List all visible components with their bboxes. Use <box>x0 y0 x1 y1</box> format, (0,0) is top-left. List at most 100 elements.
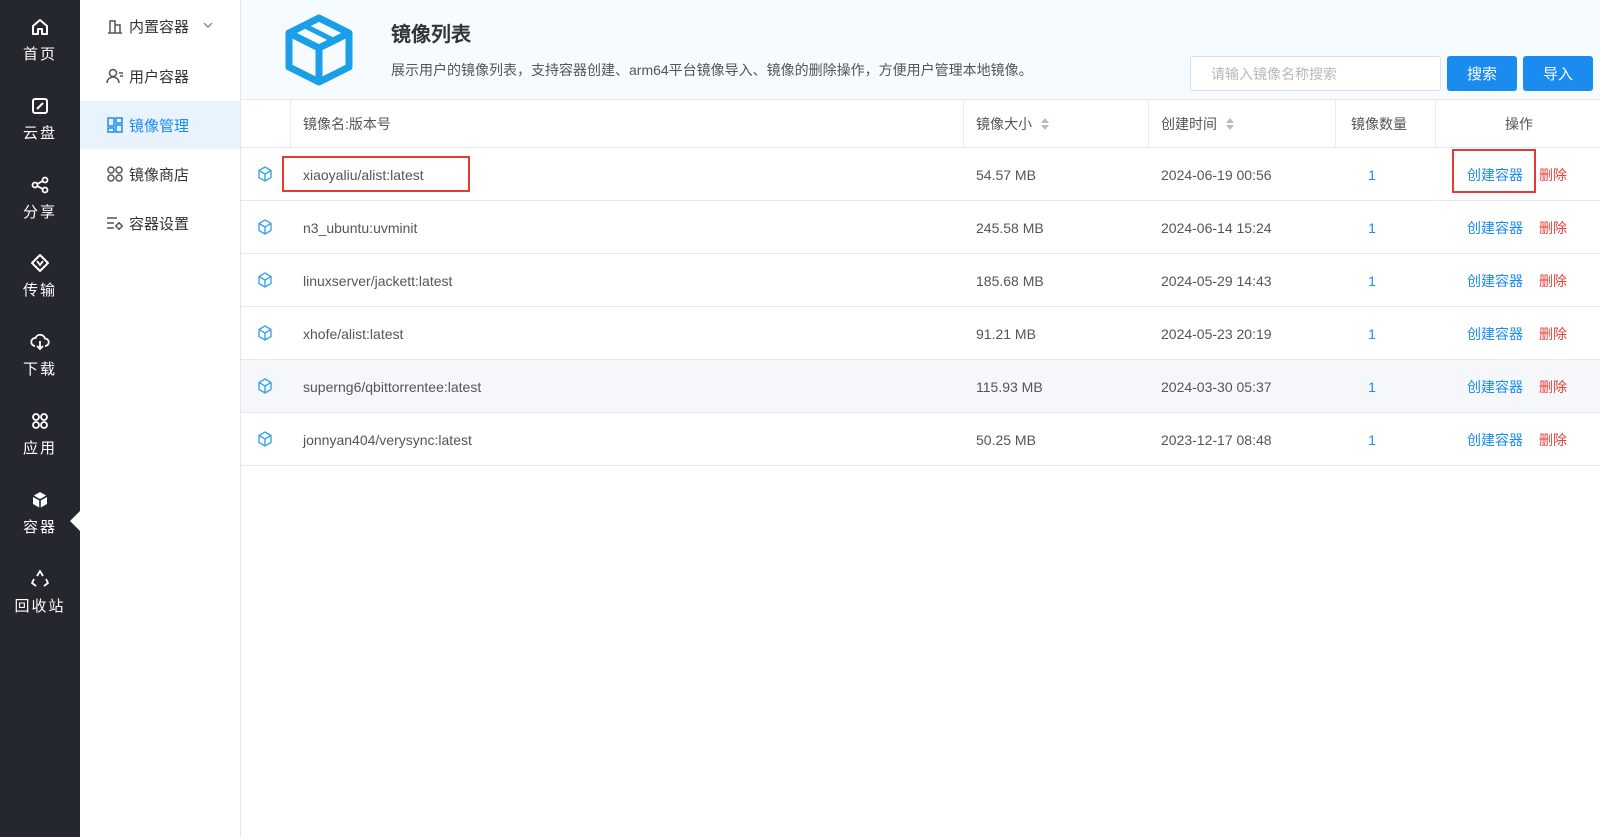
rail-item-share[interactable]: 分享 <box>0 158 80 238</box>
sub-item-container-settings[interactable]: 容器设置 <box>80 199 240 247</box>
delete-button[interactable]: 删除 <box>1539 201 1567 254</box>
image-name: n3_ubuntu:uvminit <box>303 219 418 236</box>
delete-button[interactable]: 删除 <box>1539 360 1567 413</box>
recycle-icon <box>31 569 49 587</box>
rail-item-recycle[interactable]: 回收站 <box>0 552 80 632</box>
table-row: xiaoyaliu/alist:latest 54.57 MB 2024-06-… <box>241 148 1600 201</box>
image-cube-icon <box>258 166 272 182</box>
sub-item-image-store[interactable]: 镜像商店 <box>80 150 240 198</box>
image-size: 115.93 MB <box>976 378 1043 395</box>
builtin-icon <box>108 20 122 34</box>
image-cube-icon <box>258 219 272 235</box>
table-row: jonnyan404/verysync:latest 50.25 MB 2023… <box>241 413 1600 466</box>
sort-icon[interactable] <box>1225 117 1235 131</box>
rail-item-container[interactable]: 容器 <box>0 473 80 553</box>
rail-item-download[interactable]: 下载 <box>0 315 80 395</box>
image-size: 245.58 MB <box>976 219 1044 236</box>
image-count-link[interactable]: 1 <box>1359 148 1385 201</box>
import-button[interactable]: 导入 <box>1523 56 1593 91</box>
page-description: 展示用户的镜像列表，支持容器创建、arm64平台镜像导入、镜像的删除操作，方便用… <box>391 62 1033 78</box>
create-container-button[interactable]: 创建容器 <box>1467 360 1523 413</box>
image-name: linuxserver/jackett:latest <box>303 272 453 289</box>
image-name: superng6/qbittorrentee:latest <box>303 378 482 395</box>
image-count-link[interactable]: 1 <box>1359 254 1385 307</box>
column-divider <box>1335 100 1336 148</box>
create-container-button[interactable]: 创建容器 <box>1467 201 1523 254</box>
image-size: 91.21 MB <box>976 325 1036 342</box>
delete-button[interactable]: 删除 <box>1539 254 1567 307</box>
sub-item-builtin-containers[interactable]: 内置容器 <box>80 2 240 50</box>
image-size: 185.68 MB <box>976 272 1044 289</box>
sub-item-label: 容器设置 <box>129 215 190 233</box>
main-rail: 首页 云盘 分享 传输 下载 应用 容器 回收站 <box>0 0 81 837</box>
table-row: xhofe/alist:latest 91.21 MB 2024-05-23 2… <box>241 307 1600 360</box>
column-divider <box>1148 100 1149 148</box>
create-container-button[interactable]: 创建容器 <box>1467 254 1523 307</box>
search-input[interactable] <box>1190 56 1441 91</box>
rail-item-label: 回收站 <box>14 597 66 615</box>
rail-item-apps[interactable]: 应用 <box>0 394 80 474</box>
rail-item-label: 传输 <box>22 281 57 299</box>
share-icon <box>31 176 49 193</box>
image-table: 镜像名:版本号 镜像大小 创建时间 镜像数量 操作 xiaoyaliu/alis… <box>241 100 1600 466</box>
image-cube-icon <box>258 431 272 447</box>
page-header: 镜像列表 展示用户的镜像列表，支持容器创建、arm64平台镜像导入、镜像的删除操… <box>241 0 1600 100</box>
rail-item-label: 云盘 <box>22 124 57 142</box>
sub-item-label: 镜像商店 <box>129 166 190 184</box>
image-cube-icon <box>258 272 272 288</box>
rail-item-home[interactable]: 首页 <box>0 0 80 80</box>
store-icon <box>107 166 123 182</box>
rail-item-label: 首页 <box>22 45 57 63</box>
image-created-time: 2024-06-14 15:24 <box>1161 219 1272 236</box>
sort-icon[interactable] <box>1040 117 1050 131</box>
create-container-button[interactable]: 创建容器 <box>1467 307 1523 360</box>
delete-button[interactable]: 删除 <box>1539 148 1567 201</box>
container-icon <box>32 491 48 508</box>
grid-icon <box>107 117 123 133</box>
disk-icon <box>32 97 48 114</box>
rail-item-disk[interactable]: 云盘 <box>0 79 80 159</box>
delete-button[interactable]: 删除 <box>1539 307 1567 360</box>
image-cube-icon <box>258 378 272 394</box>
column-divider <box>1435 100 1436 148</box>
column-divider <box>290 100 291 148</box>
sub-item-image-management[interactable]: 镜像管理 <box>80 101 240 149</box>
create-container-button[interactable]: 创建容器 <box>1467 148 1523 201</box>
image-size: 54.57 MB <box>976 166 1036 183</box>
image-name: jonnyan404/verysync:latest <box>303 431 472 448</box>
sub-sidebar: 内置容器 用户容器 镜像管理 镜像商店 容器设置 <box>80 0 241 837</box>
rail-item-transfer[interactable]: 传输 <box>0 236 80 316</box>
page-title: 镜像列表 <box>391 24 471 46</box>
image-created-time: 2024-03-30 05:37 <box>1161 378 1272 395</box>
sub-item-label: 内置容器 <box>129 18 190 36</box>
chevron-down-icon <box>203 22 213 28</box>
delete-button[interactable]: 删除 <box>1539 413 1567 466</box>
sub-item-label: 用户容器 <box>129 68 190 86</box>
image-count-link[interactable]: 1 <box>1359 360 1385 413</box>
column-header-actions: 操作 <box>1505 116 1533 132</box>
table-row: linuxserver/jackett:latest 185.68 MB 202… <box>241 254 1600 307</box>
column-header-time[interactable]: 创建时间 <box>1161 100 1235 148</box>
apps-icon <box>32 412 48 429</box>
image-count-link[interactable]: 1 <box>1359 413 1385 466</box>
sub-item-user-containers[interactable]: 用户容器 <box>80 52 240 100</box>
image-name: xiaoyaliu/alist:latest <box>303 166 424 183</box>
image-created-time: 2024-05-29 14:43 <box>1161 272 1272 289</box>
column-divider <box>963 100 964 148</box>
download-icon <box>30 333 50 350</box>
table-header: 镜像名:版本号 镜像大小 创建时间 镜像数量 操作 <box>241 100 1600 148</box>
column-header-size[interactable]: 镜像大小 <box>976 100 1050 148</box>
image-created-time: 2024-06-19 00:56 <box>1161 166 1272 183</box>
image-count-link[interactable]: 1 <box>1359 201 1385 254</box>
user-icon <box>106 68 123 84</box>
rail-item-label: 下载 <box>22 360 57 378</box>
app-window: 首页 云盘 分享 传输 下载 应用 容器 回收站 内置容器 用户容器 镜像管理 … <box>0 0 1600 837</box>
create-container-button[interactable]: 创建容器 <box>1467 413 1523 466</box>
search-button[interactable]: 搜索 <box>1447 56 1517 91</box>
settings-icon <box>107 217 123 230</box>
column-header-name: 镜像名:版本号 <box>303 116 391 132</box>
image-count-link[interactable]: 1 <box>1359 307 1385 360</box>
image-name: xhofe/alist:latest <box>303 325 404 342</box>
rail-item-label: 分享 <box>22 203 57 221</box>
box-logo-icon <box>285 14 353 86</box>
